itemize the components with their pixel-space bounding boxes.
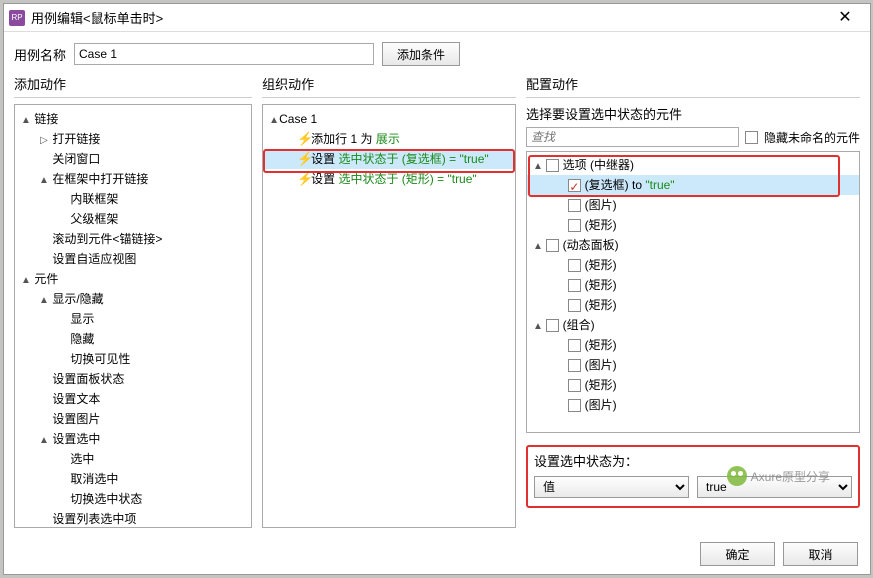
tree-item[interactable]: 设置自适应视图 (17, 249, 249, 269)
set-state-label: 设置选中状态为： (534, 454, 638, 469)
widget-item[interactable]: ▲ 选项 (中继器) (527, 155, 859, 175)
tree-item[interactable]: 关闭窗口 (17, 149, 249, 169)
set-state-section: 设置选中状态为： 值 true (526, 445, 860, 508)
tree-item[interactable]: ▲ 元件 (17, 269, 249, 289)
widget-item[interactable]: (矩形) (527, 215, 859, 235)
add-condition-button[interactable]: 添加条件 (382, 42, 460, 66)
action-item[interactable]: ⚡设置 选中状态于 (矩形) = "true" (265, 169, 513, 189)
tree-item[interactable]: 滚动到元件<锚链接> (17, 229, 249, 249)
mid-header: 组织动作 (262, 74, 516, 98)
right-prompt: 选择要设置选中状态的元件 (526, 104, 860, 127)
close-button[interactable]: ✕ (825, 5, 865, 31)
tree-item[interactable]: 设置面板状态 (17, 369, 249, 389)
cancel-button[interactable]: 取消 (783, 542, 858, 566)
tree-item[interactable]: ▷ 打开链接 (17, 129, 249, 149)
tree-item[interactable]: 隐藏 (17, 329, 249, 349)
right-header: 配置动作 (526, 74, 860, 98)
tree-item[interactable]: 切换可见性 (17, 349, 249, 369)
app-icon: RP (9, 10, 25, 26)
widget-item[interactable]: (矩形) (527, 275, 859, 295)
search-input[interactable] (526, 127, 739, 147)
tree-item[interactable]: 内联框架 (17, 189, 249, 209)
add-action-tree[interactable]: ▲ 链接▷ 打开链接 关闭窗口▲ 在框架中打开链接 内联框架 父级框架 滚动到元… (14, 104, 252, 528)
widget-item[interactable]: (矩形) (527, 255, 859, 275)
widget-list[interactable]: ▲ 选项 (中继器) (复选框) to "true" (图片) (矩形)▲ (动… (526, 151, 860, 433)
value-type-select[interactable]: 值 (534, 476, 689, 498)
tree-item[interactable]: 设置文本 (17, 389, 249, 409)
tree-item[interactable]: ▲ 显示/隐藏 (17, 289, 249, 309)
widget-item[interactable]: (矩形) (527, 375, 859, 395)
widget-item[interactable]: (图片) (527, 395, 859, 415)
left-header: 添加动作 (14, 74, 252, 98)
tree-item[interactable]: 取消选中 (17, 469, 249, 489)
value-select[interactable]: true (697, 476, 852, 498)
tree-item[interactable]: 设置图片 (17, 409, 249, 429)
tree-item[interactable]: 父级框架 (17, 209, 249, 229)
tree-item[interactable]: 设置列表选中项 (17, 509, 249, 528)
tree-item[interactable]: ▲ 链接 (17, 109, 249, 129)
ok-button[interactable]: 确定 (700, 542, 775, 566)
titlebar: RP 用例编辑<鼠标单击时> ✕ (4, 4, 870, 32)
tree-item[interactable]: 切换选中状态 (17, 489, 249, 509)
hide-unnamed-label: 隐藏未命名的元件 (764, 129, 860, 146)
tree-item[interactable]: 显示 (17, 309, 249, 329)
hide-unnamed-checkbox[interactable] (745, 131, 758, 144)
tree-item[interactable]: 选中 (17, 449, 249, 469)
organize-action-tree[interactable]: ▲Case 1⚡添加行 1 为 展示⚡设置 选中状态于 (复选框) = "tru… (262, 104, 516, 528)
action-item[interactable]: ⚡设置 选中状态于 (复选框) = "true" (265, 149, 513, 169)
window-title: 用例编辑<鼠标单击时> (31, 8, 825, 27)
widget-item[interactable]: (图片) (527, 195, 859, 215)
widget-item[interactable]: (复选框) to "true" (527, 175, 859, 195)
case-name-label: 用例名称 (14, 45, 66, 64)
widget-item[interactable]: ▲ (组合) (527, 315, 859, 335)
widget-item[interactable]: (矩形) (527, 295, 859, 315)
tree-item[interactable]: ▲ 在框架中打开链接 (17, 169, 249, 189)
action-item[interactable]: ▲Case 1 (265, 109, 513, 129)
widget-item[interactable]: ▲ (动态面板) (527, 235, 859, 255)
case-name-input[interactable] (74, 43, 374, 65)
action-item[interactable]: ⚡添加行 1 为 展示 (265, 129, 513, 149)
widget-item[interactable]: (图片) (527, 355, 859, 375)
widget-item[interactable]: (矩形) (527, 335, 859, 355)
tree-item[interactable]: ▲ 设置选中 (17, 429, 249, 449)
